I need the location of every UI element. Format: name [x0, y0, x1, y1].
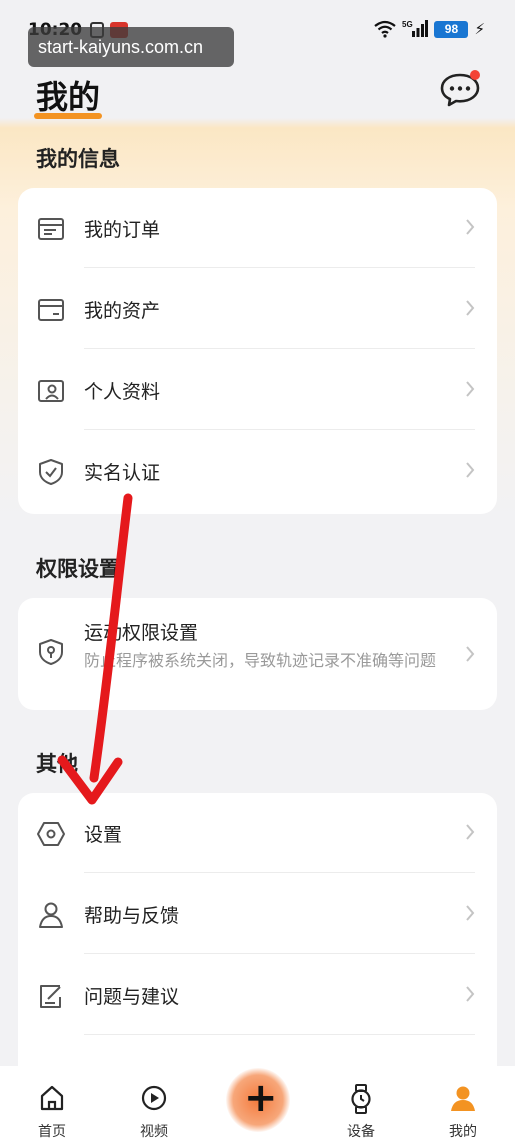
menu-item-description: 防止程序被系统关闭，导致轨迹记录不准确等问题 [84, 651, 437, 670]
notification-dot [470, 70, 480, 80]
permissions-card: 运动权限设置 防止程序被系统关闭，导致轨迹记录不准确等问题 [18, 598, 497, 710]
settings-hexagon-icon [36, 820, 66, 848]
chevron-right-icon [465, 380, 475, 398]
menu-item-issues-suggestions[interactable]: 问题与建议 [18, 955, 497, 1035]
user-icon [449, 1084, 477, 1116]
home-icon [38, 1084, 66, 1116]
chevron-right-icon [465, 299, 475, 317]
menu-item-my-orders[interactable]: 我的订单 [18, 188, 497, 268]
nav-label: 设备 [347, 1124, 375, 1140]
nav-item-device[interactable]: 设备 [326, 1066, 396, 1141]
watermark: start-kaiyuns.com.cn [28, 27, 234, 67]
network-type: 5G [402, 20, 413, 29]
shield-location-icon [36, 638, 66, 666]
menu-item-label: 设置 [84, 824, 123, 846]
menu-item-my-assets[interactable]: 我的资产 [18, 269, 497, 349]
watch-icon [347, 1084, 375, 1118]
menu-item-label: 实名认证 [84, 462, 161, 484]
order-list-icon [36, 215, 66, 243]
nav-item-home[interactable]: 首页 [17, 1066, 87, 1141]
section-heading-other: 其他 [36, 752, 78, 776]
profile-card-icon [36, 377, 66, 405]
menu-item-label: 个人资料 [84, 381, 161, 403]
menu-item-settings[interactable]: 设置 [18, 793, 497, 873]
nav-item-mine[interactable]: 我的 [428, 1066, 498, 1141]
divider [84, 953, 475, 954]
add-button[interactable]: + [222, 1064, 294, 1136]
wallet-icon [36, 296, 66, 324]
chevron-right-icon [465, 218, 475, 236]
plus-icon: + [244, 1075, 278, 1121]
status-indicators: 5G 98 ⚡ [374, 20, 485, 38]
menu-item-help-feedback[interactable]: 帮助与反馈 [18, 874, 497, 954]
signal-icon: 5G [402, 20, 429, 38]
divider [84, 348, 475, 349]
battery-indicator: 98 [434, 20, 469, 38]
section-heading-permissions: 权限设置 [36, 557, 120, 581]
menu-item-label: 帮助与反馈 [84, 905, 180, 927]
section-heading-info: 我的信息 [36, 147, 120, 171]
chevron-right-icon [465, 461, 475, 479]
message-button[interactable] [440, 70, 480, 108]
nav-label: 我的 [449, 1124, 477, 1140]
divider [84, 1034, 475, 1035]
menu-item-personal-info[interactable]: 个人资料 [18, 350, 497, 430]
edit-note-icon [36, 982, 66, 1010]
chevron-right-icon [465, 904, 475, 922]
nav-label: 首页 [38, 1124, 66, 1140]
title-underline [34, 113, 102, 119]
info-card: 我的订单 我的资产 个人资料 实名认证 [18, 188, 497, 514]
page-title: 我的 [36, 78, 101, 116]
wifi-icon [374, 20, 397, 38]
chevron-right-icon [465, 823, 475, 841]
play-icon [140, 1084, 168, 1116]
divider [84, 872, 475, 873]
nav-label: 视频 [140, 1124, 168, 1140]
chevron-right-icon [465, 985, 475, 1003]
menu-item-label: 我的资产 [84, 300, 161, 322]
menu-item-label: 我的订单 [84, 219, 161, 241]
other-card: 设置 帮助与反馈 问题与建议 [18, 793, 497, 1083]
menu-item-real-name-verification[interactable]: 实名认证 [18, 431, 497, 511]
menu-item-motion-permissions[interactable]: 运动权限设置 防止程序被系统关闭，导致轨迹记录不准确等问题 [18, 598, 497, 710]
divider [84, 429, 475, 430]
charging-icon: ⚡ [474, 20, 485, 38]
help-person-icon [36, 901, 66, 929]
divider [84, 267, 475, 268]
chevron-right-icon [465, 645, 475, 663]
verified-shield-icon [36, 458, 66, 486]
menu-item-label: 问题与建议 [84, 986, 180, 1008]
menu-item-label: 运动权限设置 [84, 622, 199, 644]
nav-item-video[interactable]: 视频 [119, 1066, 189, 1141]
